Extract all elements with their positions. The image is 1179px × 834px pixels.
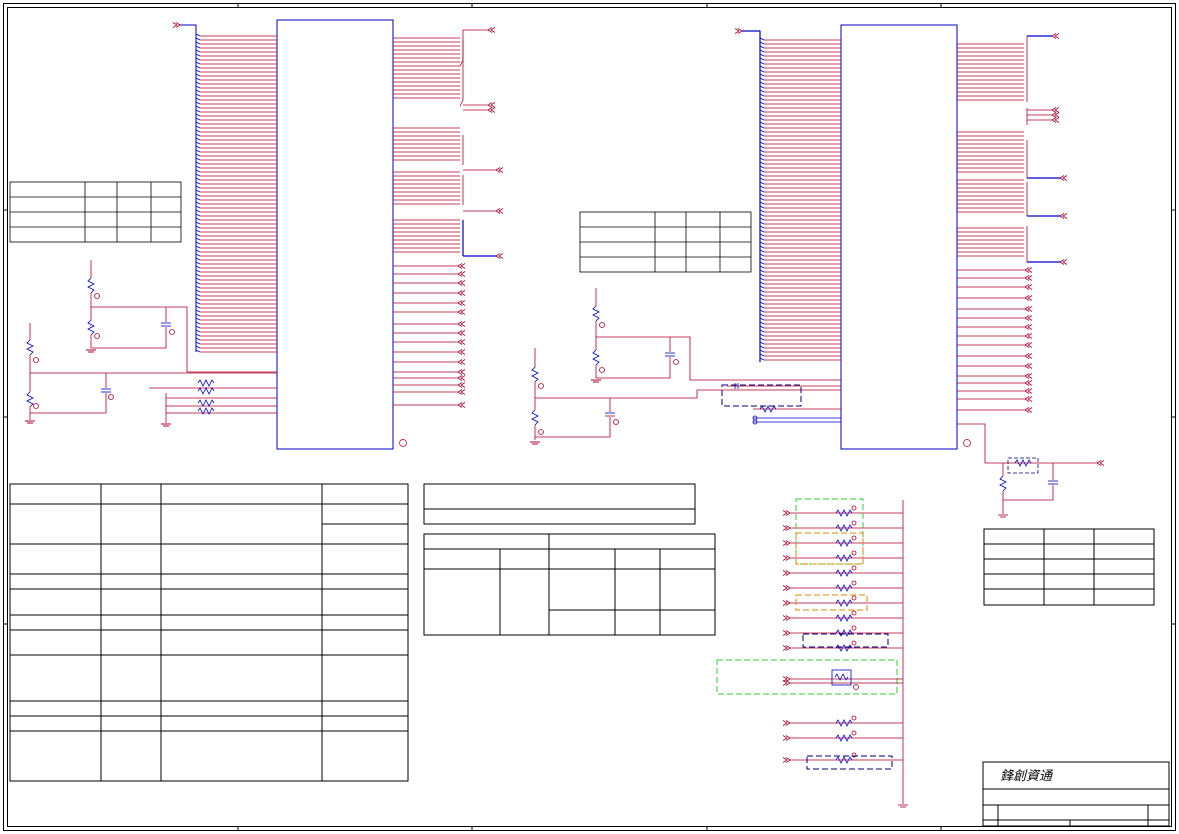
left-ic-left-pins: [195, 33, 277, 353]
green-zone: [716, 659, 898, 695]
off-page-connector: [457, 389, 466, 395]
resistor-bank: [782, 500, 908, 808]
right-bias-network: [531, 288, 841, 440]
schematic-sheet: 鋒創資通: [3, 3, 1176, 831]
option-table: [423, 533, 716, 636]
off-page-connector: [1024, 333, 1033, 339]
off-page-connector: [495, 253, 504, 259]
left-bus: [180, 24, 197, 352]
off-page-connector: [495, 208, 504, 214]
left-bias-network: [26, 260, 277, 423]
off-page-connector: [487, 107, 496, 113]
off-page-connector: [1024, 373, 1033, 379]
off-page-connector: [734, 28, 743, 34]
off-page-connector: [1024, 407, 1033, 413]
off-page-connector: [1024, 388, 1033, 394]
off-page-connector: [1059, 175, 1068, 181]
off-page-connector: [1024, 315, 1033, 321]
off-page-connector: [1024, 306, 1033, 312]
off-page-connector: [457, 290, 466, 296]
revision-table: [9, 483, 409, 782]
off-page-connector: [457, 263, 466, 269]
off-page-connector: [1024, 342, 1033, 348]
note-table: [423, 483, 696, 525]
off-page-connector: [1024, 267, 1033, 273]
right-bus: [742, 30, 761, 362]
off-page-connector: [172, 22, 181, 28]
off-page-connector: [782, 525, 791, 531]
crystal-symbol: [790, 669, 903, 690]
off-page-connector: [782, 757, 791, 763]
off-page-connector: [1024, 275, 1033, 281]
off-page-connector: [457, 309, 466, 315]
off-page-connector: [1024, 353, 1033, 359]
company-name: 鋒創資通: [1000, 768, 1054, 784]
off-page-connector: [457, 375, 466, 381]
dashed-zone: [802, 633, 889, 648]
off-page-connector: [457, 321, 466, 327]
off-page-connector: [1051, 33, 1060, 39]
right-output-connectors: [1026, 35, 1060, 263]
ic-right: [734, 24, 1105, 466]
right-ic-right-pins: [957, 33, 1105, 466]
off-page-connector: [1024, 295, 1033, 301]
left-pin-table: [9, 181, 182, 243]
off-page-connector: [782, 585, 791, 591]
off-page-connector: [1024, 324, 1033, 330]
off-page-connector: [487, 102, 496, 108]
orange-zone: [795, 594, 868, 611]
off-page-connector: [457, 330, 466, 336]
off-page-connector: [457, 369, 466, 375]
off-page-connector: [782, 735, 791, 741]
right-ic-left-pins: [734, 28, 841, 361]
right-pin-table: [579, 211, 752, 273]
off-page-connector: [782, 540, 791, 546]
off-page-connector: [1096, 460, 1105, 466]
off-page-connector: [1051, 107, 1060, 113]
off-page-connector: [782, 570, 791, 576]
off-page-connector: [782, 510, 791, 516]
off-page-connector: [1051, 117, 1060, 123]
off-page-connector: [457, 349, 466, 355]
off-page-connector: [1024, 380, 1033, 386]
off-page-connector: [487, 27, 496, 33]
dashed-zone: [721, 384, 802, 407]
sheet-border: [3, 3, 1176, 831]
off-page-connector: [1059, 259, 1068, 265]
off-page-connector: [782, 630, 791, 636]
ic-left: [172, 19, 504, 450]
off-page-connector: [457, 402, 466, 408]
off-page-connector: [457, 339, 466, 345]
off-page-connector: [457, 359, 466, 365]
off-page-connector: [782, 680, 791, 686]
off-page-connector: [457, 271, 466, 277]
off-page-connector: [1051, 112, 1060, 118]
off-page-connector: [1024, 284, 1033, 290]
off-page-connector: [782, 600, 791, 606]
output-rc-network: [957, 423, 1097, 518]
orange-zone: [795, 532, 864, 565]
off-page-connector: [1024, 396, 1033, 402]
off-page-connector: [457, 280, 466, 286]
config-table: [983, 528, 1155, 606]
off-page-connector: [1059, 213, 1068, 219]
off-page-connector: [457, 300, 466, 306]
off-page-connector: [782, 615, 791, 621]
off-page-connector: [782, 720, 791, 726]
off-page-connector: [782, 555, 791, 561]
off-page-connector: [1024, 363, 1033, 369]
off-page-connector: [782, 645, 791, 651]
off-page-connector: [457, 382, 466, 388]
left-output-connectors: [459, 29, 496, 257]
off-page-connector: [495, 167, 504, 173]
